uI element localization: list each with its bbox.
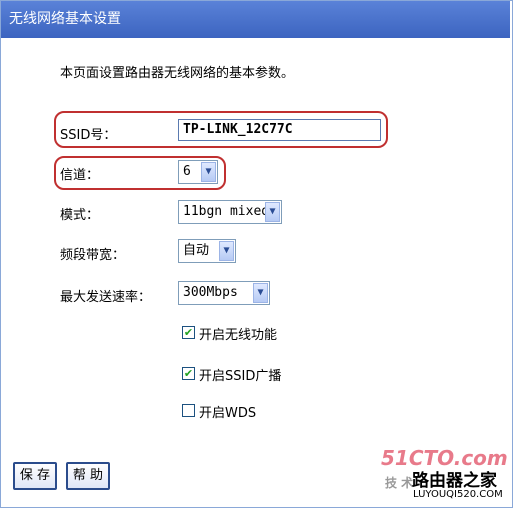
chevron-down-icon[interactable]: ▼ — [201, 162, 216, 182]
enable-wireless-checkbox[interactable]: ✔ — [182, 326, 195, 339]
enable-ssid-broadcast-checkbox[interactable]: ✔ — [182, 367, 195, 380]
chevron-down-icon[interactable]: ▼ — [219, 241, 234, 261]
page-description: 本页面设置路由器无线网络的基本参数。 — [60, 66, 295, 81]
bandwidth-value: 自动 — [183, 243, 210, 258]
enable-ssid-broadcast-label: 开启SSID广播 — [199, 369, 282, 384]
mode-select[interactable]: 11bgn mixed ▼ — [178, 200, 282, 224]
enable-wireless-label: 开启无线功能 — [199, 328, 278, 343]
chevron-down-icon[interactable]: ▼ — [265, 202, 280, 222]
max-rate-select[interactable]: 300Mbps ▼ — [178, 281, 270, 305]
ssid-label: SSID号： — [60, 128, 117, 143]
channel-label: 信道： — [60, 168, 100, 183]
channel-select[interactable]: 6 ▼ — [178, 160, 218, 184]
ssid-input[interactable]: TP-LINK_12C77C — [178, 119, 381, 141]
mode-value: 11bgn mixed — [183, 204, 270, 219]
mode-label: 模式： — [60, 208, 100, 223]
save-button[interactable]: 保 存 — [13, 462, 57, 490]
max-rate-value: 300Mbps — [183, 285, 238, 300]
help-button[interactable]: 帮 助 — [66, 462, 110, 490]
check-icon: ✔ — [183, 326, 194, 339]
watermark-site-url: LUYOUQI520.COM — [413, 489, 503, 500]
page-title: 无线网络基本设置 — [1, 1, 510, 38]
enable-wds-label: 开启WDS — [199, 406, 257, 421]
watermark-site-cn: 路由器之家 — [412, 471, 497, 491]
bandwidth-label: 频段带宽： — [60, 248, 126, 263]
watermark-sub: 技 术 — [385, 476, 414, 490]
bandwidth-select[interactable]: 自动 ▼ — [178, 239, 236, 263]
chevron-down-icon[interactable]: ▼ — [253, 283, 268, 303]
channel-value: 6 — [183, 164, 191, 179]
enable-wds-checkbox[interactable] — [182, 404, 195, 417]
max-rate-label: 最大发送速率： — [60, 290, 152, 305]
check-icon: ✔ — [183, 367, 194, 380]
